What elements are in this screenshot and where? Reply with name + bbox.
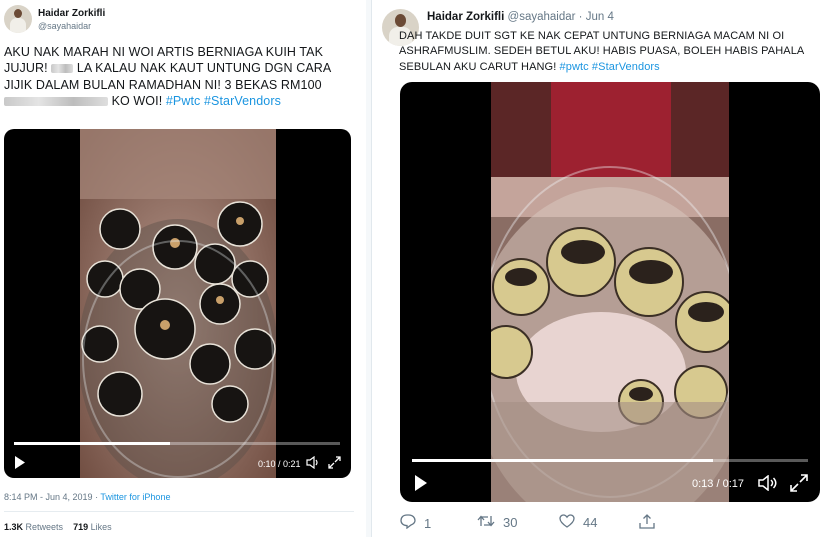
like-count: 44 bbox=[583, 515, 598, 530]
left-tweet-panel: Haidar Zorkifli @sayahaidar AKU NAK MARA… bbox=[0, 0, 366, 537]
like-icon[interactable] bbox=[559, 514, 575, 531]
censored-name bbox=[4, 96, 108, 106]
hashtag-starvendors[interactable]: #StarVendors bbox=[204, 94, 281, 108]
tweet-header: Haidar Zorkifli @sayahaidar · Jun 4 bbox=[427, 11, 614, 23]
avatar[interactable] bbox=[4, 5, 32, 33]
video-frame bbox=[491, 82, 729, 502]
video-progress-track[interactable] bbox=[14, 442, 340, 445]
tweet-metadata: 8:14 PM - Jun 4, 2019 · Twitter for iPho… bbox=[4, 492, 171, 502]
video-progress-track[interactable] bbox=[412, 459, 808, 462]
censored-word bbox=[51, 64, 74, 74]
volume-icon[interactable] bbox=[306, 455, 320, 474]
author-name[interactable]: Haidar Zorkifli bbox=[427, 11, 504, 23]
retweets-stat[interactable]: 1.3K Retweets bbox=[4, 522, 63, 532]
source-link[interactable]: Twitter for iPhone bbox=[100, 492, 170, 502]
video-time: 0:13 / 0:17 bbox=[692, 478, 744, 490]
divider bbox=[4, 511, 354, 512]
tweet-stats: 1.3K Retweets 719 Likes bbox=[4, 522, 112, 532]
video-time: 0:10 / 0:21 bbox=[258, 459, 301, 469]
hashtag-starvendors[interactable]: #StarVendors bbox=[592, 61, 660, 73]
author-handle[interactable]: @sayahaidar bbox=[38, 21, 91, 31]
retweet-icon[interactable] bbox=[477, 514, 495, 531]
reply-count: 1 bbox=[424, 515, 432, 531]
play-icon[interactable] bbox=[414, 475, 428, 496]
share-icon[interactable] bbox=[639, 514, 655, 532]
hashtag-pwtc[interactable]: #pwtc bbox=[560, 61, 589, 73]
timestamp[interactable]: 8:14 PM - Jun 4, 2019 bbox=[4, 492, 93, 502]
video-progress-fill bbox=[412, 459, 713, 462]
play-icon[interactable] bbox=[14, 456, 26, 474]
reply-action[interactable]: 1 bbox=[400, 514, 431, 532]
like-action[interactable]: 44 bbox=[559, 514, 597, 531]
share-action[interactable] bbox=[639, 514, 655, 532]
tweet-date[interactable]: Jun 4 bbox=[586, 11, 614, 23]
right-tweet-panel: Haidar Zorkifli @sayahaidar · Jun 4 DAH … bbox=[371, 0, 830, 537]
video-progress-fill bbox=[14, 442, 171, 445]
retweet-action[interactable]: 30 bbox=[477, 514, 517, 531]
reply-icon[interactable] bbox=[400, 514, 416, 532]
author-name[interactable]: Haidar Zorkifli bbox=[38, 8, 105, 19]
likes-stat[interactable]: 719 Likes bbox=[73, 522, 112, 532]
tweet-text: AKU NAK MARAH NI WOI ARTIS BERNIAGA KUIH… bbox=[4, 45, 332, 108]
tweet-text: DAH TAKDE DUIT SGT KE NAK CEPAT UNTUNG B… bbox=[399, 30, 805, 73]
fullscreen-icon[interactable] bbox=[790, 474, 808, 497]
author-handle[interactable]: @sayahaidar bbox=[508, 11, 576, 23]
volume-icon[interactable] bbox=[758, 474, 778, 496]
video-frame bbox=[80, 129, 276, 478]
retweet-count: 30 bbox=[503, 515, 518, 530]
video-player[interactable]: 0:13 / 0:17 bbox=[400, 82, 820, 502]
video-player[interactable]: 0:10 / 0:21 bbox=[4, 129, 351, 478]
fullscreen-icon[interactable] bbox=[328, 456, 341, 474]
hashtag-pwtc[interactable]: #Pwtc bbox=[166, 94, 201, 108]
